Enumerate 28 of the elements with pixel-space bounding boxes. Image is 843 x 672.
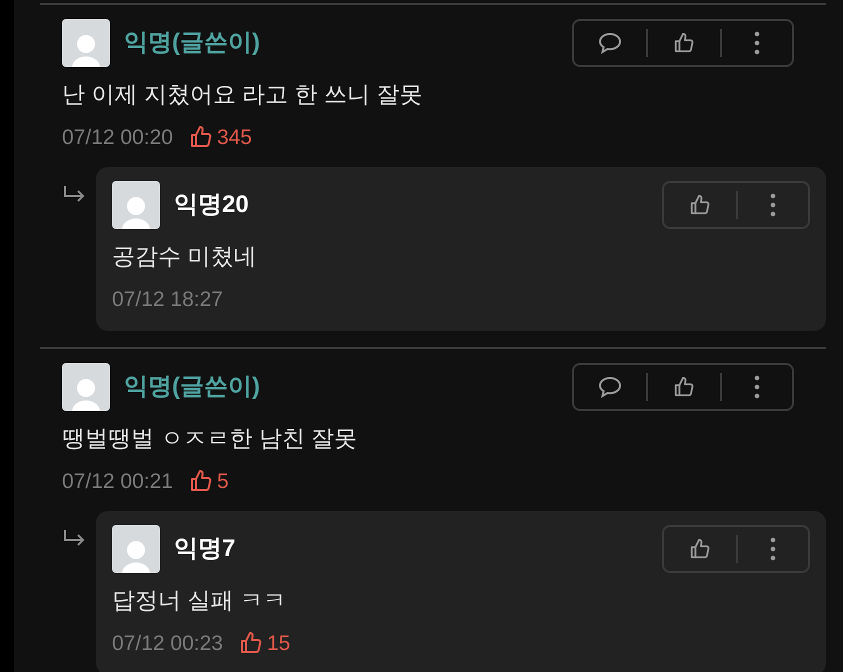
thumbs-up-icon <box>188 125 213 150</box>
timestamp: 07/12 00:21 <box>62 468 173 494</box>
speech-bubble-icon <box>598 32 622 54</box>
more-icon <box>754 375 760 399</box>
thumbs-up-icon <box>188 469 213 494</box>
thumbs-up-icon <box>689 538 711 560</box>
comment-text: 공감수 미쳤네 <box>112 242 258 271</box>
author-name: 익명(글쓴이) <box>124 28 260 58</box>
thumbs-up-icon <box>673 376 695 398</box>
author-name: 익명7 <box>174 534 236 564</box>
more-icon <box>770 193 776 217</box>
timestamp: 07/12 18:27 <box>112 286 223 312</box>
thumbs-up-icon <box>238 631 263 656</box>
like-count: 15 <box>266 630 290 656</box>
more-icon <box>770 537 776 561</box>
author-name: 익명20 <box>174 190 249 220</box>
author-name: 익명(글쓴이) <box>124 372 260 402</box>
like-count: 5 <box>216 468 229 494</box>
thumbs-up-icon <box>673 32 695 54</box>
comment-text: 답정너 실패 ㅋㅋ <box>112 586 287 615</box>
more-icon <box>754 31 760 55</box>
timestamp: 07/12 00:23 <box>112 630 223 656</box>
like-count: 345 <box>216 124 252 150</box>
thumbs-up-icon <box>689 194 711 216</box>
speech-bubble-icon <box>598 376 622 398</box>
timestamp: 07/12 00:20 <box>62 124 173 150</box>
comment-text: 땡벌땡벌 ㅇㅈㄹ한 남친 잘못 <box>62 424 358 453</box>
comment-text: 난 이제 지쳤어요 라고 한 쓰니 잘못 <box>62 80 424 109</box>
